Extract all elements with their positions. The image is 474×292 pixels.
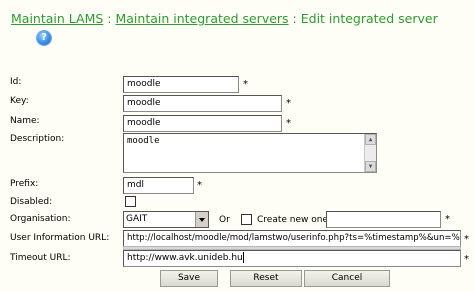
disabled-label: Disabled: xyxy=(10,197,53,207)
required-marker: * xyxy=(464,234,469,245)
required-marker: * xyxy=(286,118,291,129)
description-text: moodle xyxy=(127,136,160,146)
key-label: Key: xyxy=(10,96,29,106)
scroll-down-icon[interactable]: ▼ xyxy=(365,161,376,172)
timeout-url-label: Timeout URL: xyxy=(10,253,71,263)
disabled-checkbox[interactable] xyxy=(125,196,136,207)
scroll-up-icon[interactable]: ▲ xyxy=(365,134,376,145)
required-marker: * xyxy=(197,180,202,191)
organisation-selected-value: GAIT xyxy=(126,214,148,224)
cancel-button[interactable]: Cancel xyxy=(304,270,390,287)
breadcrumb-maintain-integrated-servers[interactable]: Maintain integrated servers xyxy=(115,11,288,26)
timeout-url-field[interactable]: http://www.avk.unideb.hu xyxy=(123,250,461,267)
required-marker: * xyxy=(243,79,248,90)
key-field[interactable]: moodle xyxy=(123,95,282,112)
reset-button[interactable]: Reset xyxy=(230,270,302,287)
question-mark-icon[interactable]: ? xyxy=(37,31,51,45)
id-label: Id: xyxy=(10,77,22,87)
description-label: Description: xyxy=(10,134,65,144)
new-organisation-field[interactable] xyxy=(326,211,441,228)
create-new-checkbox[interactable] xyxy=(241,214,252,225)
breadcrumb: Maintain LAMS : Maintain integrated serv… xyxy=(11,11,438,26)
save-button[interactable]: Save xyxy=(160,270,218,287)
breadcrumb-maintain-lams[interactable]: Maintain LAMS xyxy=(11,11,103,26)
name-label: Name: xyxy=(10,116,40,126)
prefix-label: Prefix: xyxy=(10,179,39,189)
text-cursor xyxy=(242,252,244,263)
prefix-field[interactable]: mdl xyxy=(123,177,194,194)
organisation-select[interactable]: GAIT xyxy=(123,211,209,228)
required-marker: * xyxy=(286,98,291,109)
required-marker: * xyxy=(445,214,450,225)
or-text: Or xyxy=(219,215,230,225)
organisation-label: Organisation: xyxy=(10,214,71,224)
id-field[interactable]: moodle xyxy=(123,76,239,93)
breadcrumb-separator: : xyxy=(107,11,112,26)
breadcrumb-current: Edit integrated server xyxy=(300,11,438,26)
user-information-url-field[interactable]: http://localhost/moodle/mod/lamstwo/user… xyxy=(123,230,461,247)
name-field[interactable]: moodle xyxy=(123,115,282,132)
create-new-label: Create new one xyxy=(257,215,328,225)
breadcrumb-separator: : xyxy=(292,11,297,26)
timeout-url-value: http://www.avk.unideb.hu xyxy=(127,253,243,263)
chevron-down-icon[interactable] xyxy=(195,212,208,227)
required-marker: * xyxy=(464,254,469,265)
description-textarea[interactable]: moodle ▲ ▼ xyxy=(123,133,377,173)
user-information-url-label: User Information URL: xyxy=(10,233,110,243)
description-scrollbar[interactable]: ▲ ▼ xyxy=(364,134,376,172)
